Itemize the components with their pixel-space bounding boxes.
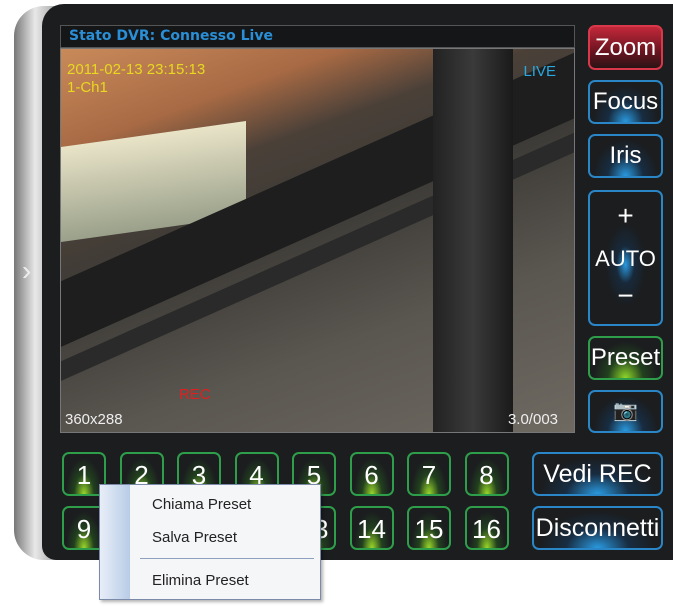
preset-button[interactable]: Preset [588, 336, 663, 380]
preset-14-button[interactable]: 14 [349, 506, 394, 550]
view-rec-button[interactable]: Vedi REC [532, 452, 663, 496]
preset-7-button[interactable]: 7 [407, 452, 451, 496]
video-timestamp: 2011-02-13 23:15:13 [67, 61, 206, 78]
preset-16-button[interactable]: 16 [464, 506, 509, 550]
menu-icon-strip [100, 485, 130, 599]
disconnect-button[interactable]: Disconnetti [532, 506, 663, 550]
context-menu: Chiama Preset Salva Preset Elimina Prese… [99, 484, 321, 600]
live-indicator: LIVE [523, 63, 556, 80]
menu-item-delete-preset[interactable]: Elimina Preset [152, 572, 249, 589]
rec-indicator: REC [179, 386, 211, 403]
video-channel: 1-Ch1 [67, 79, 108, 96]
status-bar: Stato DVR: Connesso Live [60, 25, 575, 48]
video-view[interactable]: 2011-02-13 23:15:13 1-Ch1 LIVE REC 360x2… [60, 48, 575, 433]
auto-button[interactable]: AUTO [590, 246, 661, 272]
camera-icon: 📷 [613, 400, 638, 422]
menu-item-save-preset[interactable]: Salva Preset [152, 529, 237, 546]
focus-button[interactable]: Focus [588, 80, 663, 124]
plus-button[interactable]: + [590, 200, 661, 232]
minus-button[interactable]: − [590, 280, 661, 312]
ptz-adjust-control: + AUTO − [588, 190, 663, 326]
menu-separator [140, 558, 314, 559]
preset-6-button[interactable]: 6 [349, 452, 394, 496]
chevron-right-icon[interactable]: › [22, 256, 40, 286]
video-scene-pillar [433, 49, 513, 432]
video-resolution: 360x288 [65, 411, 123, 428]
frame-info: 3.0/003 [507, 411, 558, 428]
iris-button[interactable]: Iris [588, 134, 663, 178]
snapshot-button[interactable]: 📷 [588, 390, 663, 433]
preset-8-button[interactable]: 8 [464, 452, 509, 496]
preset-15-button[interactable]: 15 [407, 506, 451, 550]
zoom-button[interactable]: Zoom [588, 25, 663, 70]
menu-item-call-preset[interactable]: Chiama Preset [152, 496, 251, 513]
